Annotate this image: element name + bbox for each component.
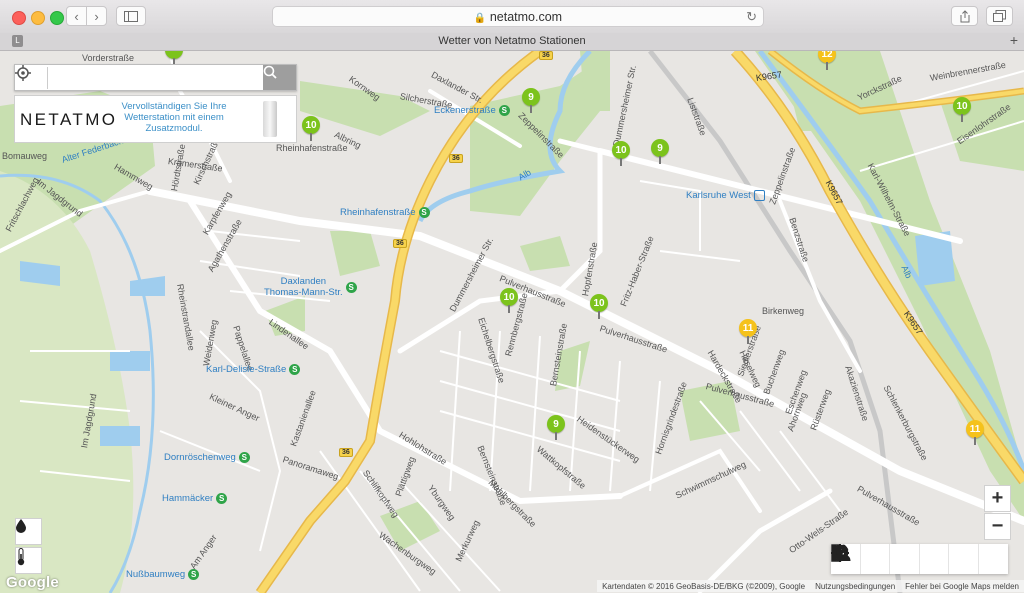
s-bahn-icon: S (498, 105, 510, 116)
chevron-left-icon: ‹ (74, 8, 79, 24)
reload-icon[interactable]: ↻ (746, 9, 757, 25)
browser-toolbar: ‹ › 🔒 netatmo.com ↻ (0, 0, 1024, 34)
show-tabs-button[interactable] (986, 6, 1013, 26)
share-page-button[interactable] (951, 6, 978, 26)
road-shield: 36 (539, 51, 553, 60)
street-label: Rheinhafenstraße (276, 143, 348, 153)
share-arrow-icon (960, 9, 969, 22)
weather-station-marker[interactable]: 9 (547, 415, 565, 440)
search-icon (263, 65, 277, 79)
my-stations-button[interactable] (831, 544, 1009, 574)
transit-station[interactable]: Daxlanden Thomas-Mann-Str. S (264, 276, 357, 298)
road-shield: 36 (449, 154, 463, 163)
zoom-in-button[interactable]: + (984, 485, 1011, 512)
promo-text: Vervollständigen Sie Ihre Wetterstation … (121, 101, 227, 134)
s-bahn-icon: S (238, 452, 250, 463)
transit-station[interactable]: Dornröschenweg S (164, 452, 250, 463)
address-bar[interactable]: 🔒 netatmo.com ↻ (272, 6, 764, 27)
thermometer-icon (17, 548, 25, 566)
settings-button[interactable] (831, 544, 949, 574)
rain-layer-button[interactable] (15, 518, 42, 545)
rain-drop-icon (16, 519, 26, 533)
active-tab-title[interactable]: Wetter von Netatmo Stationen (0, 35, 1024, 47)
sidebar-icon (124, 10, 138, 22)
transit-station[interactable]: Karlsruhe West (686, 190, 765, 201)
street-label: Vorderstraße (82, 53, 135, 63)
transit-station[interactable]: Hammäcker S (162, 493, 228, 504)
close-window-button[interactable] (12, 11, 26, 25)
weather-station-marker[interactable]: 11 (739, 319, 757, 344)
s-bahn-icon: S (345, 281, 357, 293)
chevron-right-icon: › (94, 8, 99, 24)
share-button[interactable] (831, 544, 890, 574)
weather-station-marker[interactable]: 11 (966, 420, 984, 445)
weather-station-marker[interactable]: 10 (953, 97, 971, 122)
google-logo: Google (6, 574, 59, 591)
new-tab-button[interactable]: + (1010, 32, 1018, 48)
map-action-bar (831, 544, 1008, 574)
weather-station-marker[interactable]: 10 (500, 288, 518, 313)
s-bahn-icon: S (289, 364, 301, 375)
map-data-credit: Kartendaten © 2016 GeoBasis-DE/BKG (©200… (602, 581, 806, 591)
url-text: 🔒 netatmo.com (473, 10, 563, 24)
s-bahn-icon: S (216, 493, 228, 504)
netatmo-promo-banner[interactable]: NETATMO Vervollständigen Sie Ihre Wetter… (14, 95, 297, 143)
back-button[interactable]: ‹ (66, 6, 87, 26)
locate-me-button[interactable] (15, 65, 46, 90)
search-input[interactable] (47, 67, 266, 89)
weather-station-marker[interactable]: 10 (302, 116, 320, 141)
temperature-layer-button[interactable] (15, 547, 42, 574)
transit-station[interactable]: Karl-Delisle-Straße S (206, 364, 301, 375)
info-button[interactable] (831, 544, 920, 574)
map-attribution: Kartendaten © 2016 GeoBasis-DE/BKG (©200… (597, 580, 1024, 592)
map-canvas[interactable]: Vorderstraße Daxlander Str. Silcherstraß… (0, 51, 1024, 593)
transit-station[interactable]: Rheinhafenstraße S (340, 207, 430, 218)
s-bahn-icon: S (418, 207, 430, 218)
netatmo-logo: NETATMO (20, 110, 118, 129)
road-shield: 36 (393, 239, 407, 248)
module-device-image (263, 101, 277, 137)
tab-bar: L Wetter von Netatmo Stationen + (0, 32, 1024, 51)
tabs-overview-icon (993, 10, 1006, 22)
weather-station-marker[interactable]: 9 (651, 139, 669, 164)
s-bahn-icon: S (188, 569, 200, 580)
zoom-out-button[interactable]: − (984, 513, 1011, 540)
road-shield: 36 (339, 448, 353, 457)
lock-icon: 🔒 (473, 13, 487, 24)
transit-station[interactable]: Nußbaumweg S (126, 569, 200, 580)
search-button[interactable] (263, 65, 296, 90)
location-search-box (14, 64, 297, 91)
sidebar-button[interactable] (116, 6, 146, 26)
train-station-icon (753, 190, 765, 201)
forward-button[interactable]: › (86, 6, 107, 26)
transit-station[interactable]: Eckenerstraße S (434, 105, 510, 116)
weather-station-marker[interactable]: 10 (590, 294, 608, 319)
report-error-link[interactable]: Fehler bei Google Maps melden (905, 582, 1019, 591)
street-label: Birkenweg (762, 306, 805, 316)
zoom-window-button[interactable] (50, 11, 64, 25)
street-label: Bomauweg (2, 151, 48, 161)
terms-link[interactable]: Nutzungsbedingungen (815, 582, 895, 591)
weather-station-marker[interactable]: 9 (522, 88, 540, 113)
minimize-window-button[interactable] (31, 11, 45, 25)
crosshair-icon (15, 65, 31, 81)
dashboard-button[interactable] (832, 544, 979, 574)
user-stations-icon (831, 544, 851, 562)
weather-station-marker[interactable]: 10 (612, 141, 630, 166)
